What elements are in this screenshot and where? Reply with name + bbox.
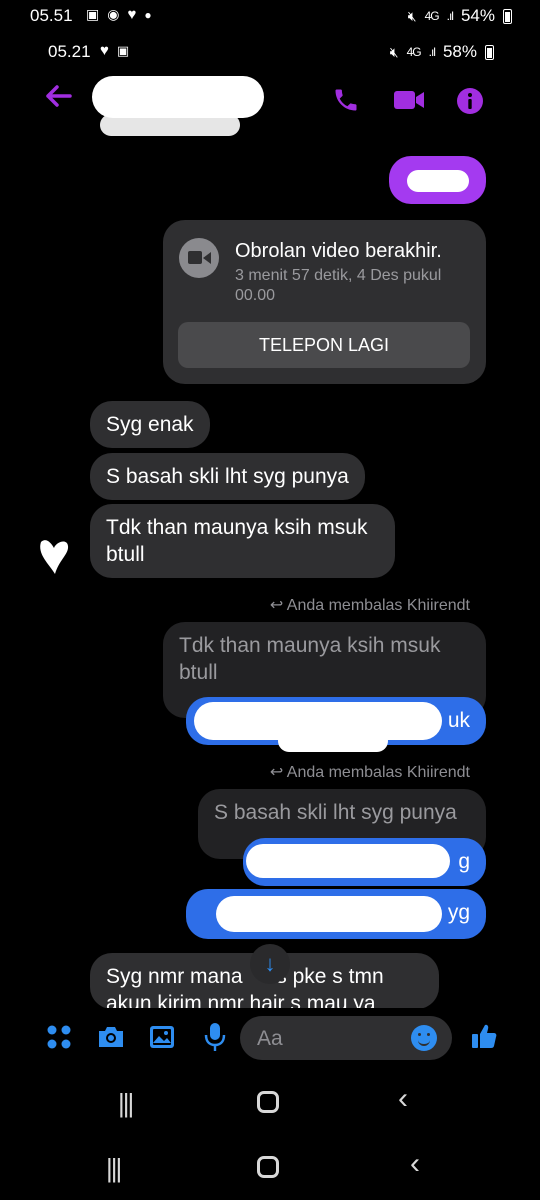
battery-percent: 54% [460, 6, 495, 25]
heart-notification-icon: ♥ [100, 42, 109, 59]
reply-arrow-icon: ↩︎ [269, 764, 287, 781]
video-icon[interactable] [392, 88, 426, 117]
camera-icon[interactable] [96, 1024, 126, 1055]
menu-dots-icon[interactable] [46, 1024, 72, 1055]
last-message-line2: akun kirim nmr hair s mau ya [106, 992, 376, 1009]
call-again-button[interactable]: TELEPON LAGI [178, 322, 470, 368]
sent-message-blue-text: yg [447, 901, 470, 924]
inner-status-right: 🔇︎ 4G .ıl 58% [390, 42, 494, 62]
status-bar-inner: 05.21 ♥ ▣ 🔇︎ 4G .ıl 58% [0, 36, 540, 66]
recent-apps-icon[interactable]: ||| [106, 1153, 122, 1184]
mute-icon: 🔇︎ [389, 43, 399, 60]
emoji-icon[interactable] [411, 1025, 437, 1051]
received-message-3[interactable]: Tdk than maunya ksih msuk btull [90, 504, 395, 578]
received-message-1[interactable]: Syg enak [90, 401, 210, 448]
inner-status-time: 05.21 [48, 42, 91, 61]
conversation-header [0, 70, 540, 136]
last-message-text-tail: s pke s tmn [276, 965, 384, 988]
home-icon[interactable] [257, 1091, 279, 1113]
home-icon[interactable] [257, 1156, 279, 1178]
status-right: 🔇︎ 4G .ıl 54% [408, 6, 512, 26]
signal-icon: .ıl [428, 45, 436, 59]
received-message-2[interactable]: S basah skli lht syg punya [90, 453, 365, 500]
network-label: 4G [424, 9, 440, 23]
reply-label-2: ↩︎ Anda membalas Khiirendt [269, 764, 470, 781]
messenger-notification-icon: ◉ [107, 6, 120, 22]
back-arrow-icon[interactable] [44, 84, 72, 114]
call-card-title: Obrolan video berakhir. [235, 240, 442, 262]
call-card-subtitle: 3 menit 57 detik, 4 Des pukul 00.00 [235, 267, 442, 304]
scroll-to-bottom-button[interactable]: ↓ [250, 944, 290, 984]
video-call-icon [179, 238, 219, 278]
video-call-ended-card: Obrolan video berakhir. 3 menit 57 detik… [163, 220, 486, 384]
notification-icons: ▣ ◉ ♥ ● [86, 6, 152, 23]
reply-message-2-text: g [458, 850, 470, 873]
phone-icon[interactable] [332, 86, 360, 119]
gallery-notification-icon: ▣ [86, 6, 100, 22]
thumbs-up-icon[interactable] [470, 1022, 498, 1055]
sent-message-bubble[interactable] [389, 156, 486, 204]
last-message-text: Syg nmr mana [106, 965, 243, 988]
message-input-placeholder: Aa [257, 1027, 283, 1050]
network-label: 4G [406, 45, 422, 59]
battery-percent: 58% [442, 42, 477, 61]
redacted-contact-name[interactable] [92, 76, 264, 118]
outer-navigation-bar: ||| ‹ [0, 1143, 540, 1193]
microphone-icon[interactable] [204, 1022, 226, 1057]
message-composer: Aa [0, 1008, 540, 1068]
redaction-3 [216, 896, 442, 932]
inner-notification-icons: ♥ ▣ [100, 42, 129, 59]
arrow-down-icon: ↓ [264, 951, 276, 976]
reply-arrow-icon: ↩︎ [269, 597, 287, 614]
back-icon[interactable]: ‹ [398, 1082, 408, 1116]
signal-icon: .ıl [446, 9, 454, 23]
reply-label-1: ↩︎ Anda membalas Khiirendt [269, 597, 470, 614]
status-time: 05.51 [30, 6, 73, 25]
status-bar-outer: 05.51 ▣ ◉ ♥ ● 🔇︎ 4G .ıl 54% [0, 0, 540, 30]
recent-apps-icon[interactable]: ||| [118, 1088, 134, 1119]
dot-notification-icon: ● [144, 7, 152, 22]
contact-avatar [37, 538, 71, 576]
gallery-icon[interactable] [148, 1023, 176, 1056]
battery-icon [503, 8, 512, 24]
message-input[interactable]: Aa [240, 1016, 452, 1060]
app-notification-icon: ▣ [116, 42, 130, 58]
battery-icon [485, 44, 494, 60]
back-icon[interactable]: ‹ [410, 1147, 420, 1181]
info-icon[interactable] [456, 87, 484, 120]
inner-navigation-bar: ||| ‹ [0, 1078, 540, 1128]
reply-message-1-text: uk [447, 709, 470, 732]
redacted-contact-status [100, 114, 240, 136]
mute-icon: 🔇︎ [407, 7, 417, 24]
redaction-1b [278, 730, 388, 752]
heart-notification-icon: ♥ [127, 6, 137, 23]
redacted-message-text [407, 170, 469, 192]
redaction-2 [246, 844, 450, 878]
